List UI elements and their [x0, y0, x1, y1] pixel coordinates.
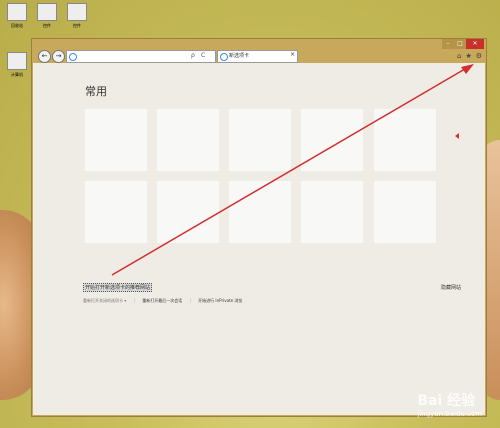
- new-tab-page: 常用 开始打开新选项卡的推荐网站 隐藏网站 重新打开关闭的选项卡 ▾ | 重新打…: [33, 63, 485, 415]
- frequent-site-tile[interactable]: [229, 181, 291, 243]
- reopen-closed-tabs-link[interactable]: 重新打开关闭的选项卡 ▾: [83, 298, 126, 303]
- titlebar: ← → ρ C 新选项卡 × – □ ✕ ⌂ ★ ⚙: [32, 39, 486, 63]
- ie-icon: [220, 53, 228, 61]
- inprivate-browsing-link[interactable]: 开始进行 InPrivate 浏览: [198, 298, 242, 303]
- minimize-button[interactable]: –: [442, 39, 454, 49]
- forward-button[interactable]: →: [52, 50, 65, 63]
- control-icon[interactable]: 控件: [32, 3, 62, 29]
- window-controls: – □ ✕: [442, 39, 484, 51]
- recycle-bin-icon[interactable]: 回收站: [2, 3, 32, 29]
- address-bar[interactable]: ρ C: [66, 50, 216, 63]
- frequent-section-title: 常用: [85, 85, 107, 98]
- frequent-site-tile[interactable]: [85, 109, 147, 171]
- baidu-jingyan-watermark: Bai 经验 jingyan.baidu.com: [417, 393, 482, 418]
- maximize-button[interactable]: □: [454, 39, 466, 49]
- cursor-marker-icon: [455, 133, 459, 139]
- tab-title: 新选项卡: [229, 53, 250, 59]
- tab-new-tab[interactable]: 新选项卡 ×: [217, 50, 298, 63]
- control-icon[interactable]: 控件: [62, 3, 92, 29]
- frequent-site-tile[interactable]: [374, 109, 436, 171]
- frequent-site-tile[interactable]: [157, 181, 219, 243]
- search-icon[interactable]: ρ: [191, 52, 195, 59]
- back-button[interactable]: ←: [38, 50, 51, 63]
- frequent-site-tile[interactable]: [374, 181, 436, 243]
- refresh-icon[interactable]: C: [201, 52, 205, 59]
- hide-sites-link[interactable]: 隐藏网站: [441, 284, 461, 291]
- computer-icon[interactable]: 计算机: [2, 52, 32, 78]
- frequent-site-tile[interactable]: [229, 109, 291, 171]
- frequent-site-tile[interactable]: [85, 181, 147, 243]
- reopen-last-session-link[interactable]: 重新打开最后一次会话: [142, 298, 182, 303]
- recommended-sites-link[interactable]: 开始打开新选项卡的推荐网站: [83, 283, 153, 292]
- close-tab-icon[interactable]: ×: [290, 51, 295, 58]
- frequent-site-tile[interactable]: [301, 109, 363, 171]
- browser-window: ← → ρ C 新选项卡 × – □ ✕ ⌂ ★ ⚙ 常用 开始打开新选项卡的推…: [31, 38, 487, 417]
- ie-icon: [69, 53, 77, 61]
- session-links: 重新打开关闭的选项卡 ▾ | 重新打开最后一次会话 | 开始进行 InPriva…: [83, 298, 243, 303]
- toolbar-icons: ⌂ ★ ⚙: [457, 52, 482, 60]
- settings-gear-icon[interactable]: ⚙: [476, 52, 482, 60]
- frequent-site-tile[interactable]: [301, 181, 363, 243]
- home-icon[interactable]: ⌂: [457, 52, 461, 60]
- close-window-button[interactable]: ✕: [466, 39, 484, 49]
- frequent-site-tile[interactable]: [157, 109, 219, 171]
- favorites-icon[interactable]: ★: [465, 52, 471, 60]
